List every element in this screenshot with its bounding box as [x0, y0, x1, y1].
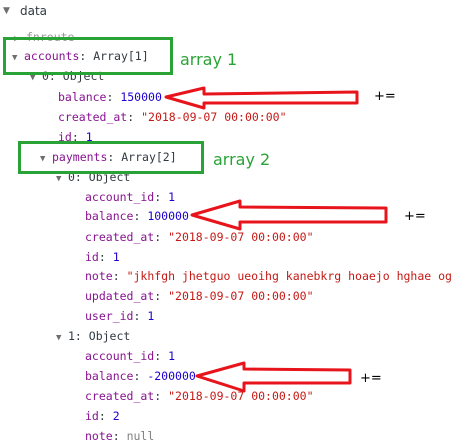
annotation-plus-equals: += — [404, 209, 426, 224]
row-key: note — [85, 429, 113, 443]
row-value: -200000 — [147, 369, 196, 383]
row-key: updated_at — [85, 289, 155, 303]
row-key: created_at — [58, 110, 128, 124]
tree-row-id: id: 2 — [85, 409, 120, 423]
row-key: account_id — [85, 190, 155, 204]
object-label: 1: Object — [68, 329, 131, 343]
tree-row-note: note: null — [85, 429, 155, 443]
tree-row-account-id: account_id: 1 — [85, 349, 176, 363]
tree-root[interactable]: ▼ data — [0, 0, 456, 22]
tree-row-payment-1[interactable]: ▼ 1: Object — [56, 326, 130, 346]
tree-row-created-at: created_at: "2018-09-07 00:00:00" — [85, 389, 314, 403]
tree-row-updated-at: updated_at: "2018-09-07 00:00:00" — [85, 289, 314, 303]
row-value: 1 — [168, 349, 176, 363]
tree-row-note: note: "jkhfgh jhetguo ueoihg kanebkrg ho… — [85, 269, 452, 283]
expand-triangle-icon[interactable]: ▼ — [56, 328, 68, 348]
row-value: 1 — [168, 190, 176, 204]
tree-row-user-id: user_id: 1 — [85, 309, 155, 323]
tree-row-balance: balance: -200000 — [85, 369, 196, 383]
arrow-balance-account — [164, 86, 359, 110]
row-key: id — [85, 409, 99, 423]
row-value: "2018-09-07 00:00:00" — [168, 389, 314, 403]
tree-row-balance: balance: 100000 — [85, 209, 189, 223]
row-key: note — [85, 269, 113, 283]
row-key: balance — [85, 369, 134, 383]
row-value: 100000 — [147, 209, 189, 223]
tree-row-created-at: created_at: "2018-09-07 00:00:00" — [85, 230, 314, 244]
row-key: created_at — [85, 389, 155, 403]
row-value: 1 — [147, 309, 155, 323]
annotation-plus-equals: += — [360, 371, 382, 386]
arrow-balance-payment-0 — [190, 199, 388, 231]
row-value: "jkhfgh jhetguo ueoihg kanebkrg hoaejo h… — [126, 269, 452, 283]
annotation-plus-equals: += — [374, 89, 396, 104]
highlight-box-accounts — [3, 37, 173, 75]
row-key: id — [85, 250, 99, 264]
row-value: 1 — [112, 250, 120, 264]
tree-row-created-at: created_at: "2018-09-07 00:00:00" — [58, 110, 287, 124]
row-value: 150000 — [120, 90, 162, 104]
row-key: balance — [85, 209, 134, 223]
expand-triangle-icon[interactable]: ▼ — [3, 6, 15, 16]
row-key: account_id — [85, 349, 155, 363]
root-label: data — [20, 4, 48, 18]
tree-row-balance: balance: 150000 — [58, 90, 162, 104]
tree-row-id: id: 1 — [85, 250, 120, 264]
highlight-box-payments — [18, 141, 204, 174]
annotation-array-2: array 2 — [213, 150, 271, 169]
row-value: null — [126, 429, 155, 443]
row-value: "2018-09-07 00:00:00" — [168, 289, 314, 303]
row-key: created_at — [85, 230, 155, 244]
row-value: "2018-09-07 00:00:00" — [141, 110, 287, 124]
row-key: balance — [58, 90, 107, 104]
tree-row-account-id: account_id: 1 — [85, 190, 176, 204]
row-key: user_id — [85, 309, 134, 323]
row-value: 2 — [112, 409, 120, 423]
annotation-array-1: array 1 — [180, 50, 238, 69]
row-value: "2018-09-07 00:00:00" — [168, 230, 314, 244]
